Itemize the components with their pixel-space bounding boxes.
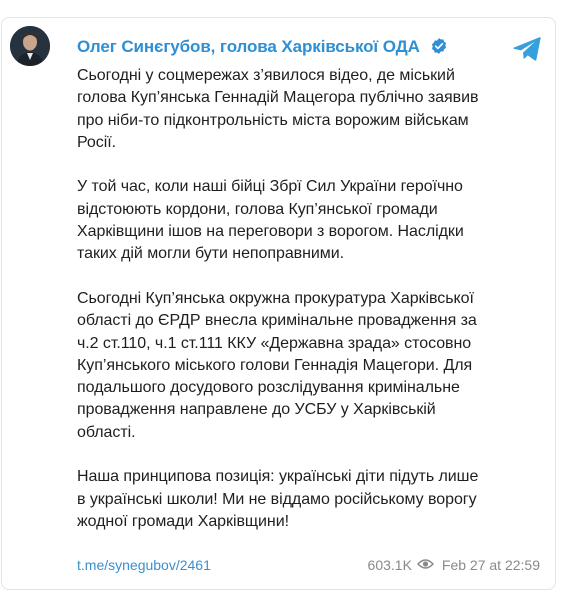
channel-avatar[interactable] xyxy=(10,26,50,66)
telegram-icon[interactable] xyxy=(512,35,542,63)
message-paragraph: У той час, коли наші бійці Збрї Сил Укра… xyxy=(77,178,464,263)
eye-icon xyxy=(416,554,434,576)
avatar-portrait xyxy=(10,26,50,66)
post-link[interactable]: t.me/synegubov/2461 xyxy=(77,554,211,576)
view-count: 603.1K xyxy=(367,557,412,573)
message-paragraph: Наша принципова позиція: українські діти… xyxy=(77,468,479,530)
channel-name-text[interactable]: Олег Синєгубов, голова Харківської ОДА xyxy=(77,37,420,56)
channel-name[interactable]: Олег Синєгубов, голова Харківської ОДА xyxy=(77,37,448,60)
verified-check-icon xyxy=(430,37,448,60)
post-footer: t.me/synegubov/2461 603.1K Feb 27 at 22:… xyxy=(77,554,549,576)
message-paragraph: Сьогодні Куп’янська окружна прокуратура … xyxy=(77,289,477,441)
post-date: Feb 27 at 22:59 xyxy=(441,557,540,573)
post-meta: 603.1K Feb 27 at 22:59 xyxy=(368,554,540,576)
message-paragraph: Сьогодні у соцмережах з’явилося відео, д… xyxy=(77,67,479,151)
message-text: Сьогодні у соцмережах з’явилося відео, д… xyxy=(77,65,549,533)
telegram-post-card: Олег Синєгубов, голова Харківської ОДА С… xyxy=(1,17,556,590)
